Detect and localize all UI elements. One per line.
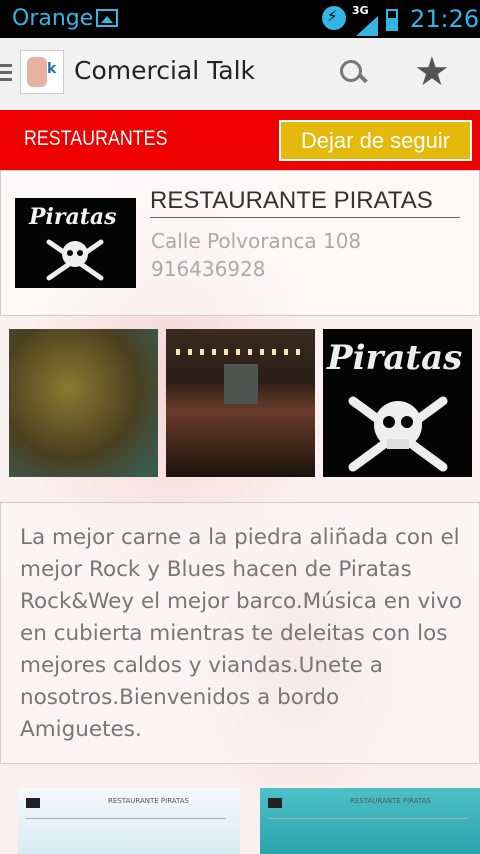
related-card[interactable]: RESTAURANTE PIRATAS xyxy=(18,788,240,854)
pirates-gallery-art: Piratas xyxy=(323,329,472,477)
related-card[interactable]: RESTAURANTE PIRATAS xyxy=(260,788,480,854)
description-card: La mejor carne a la piedra aliñada con e… xyxy=(0,502,480,764)
place-name: RESTAURANTE PIRATAS xyxy=(150,187,433,214)
title-underline xyxy=(150,217,460,218)
related-logo xyxy=(268,798,282,808)
app-title: Comercial Talk xyxy=(74,56,255,85)
status-bar: Orange 3G 21:26 xyxy=(0,0,480,38)
unfollow-button[interactable]: Dejar de seguir xyxy=(279,120,472,161)
carrier-name: Orange xyxy=(12,6,94,31)
flash-icon xyxy=(322,6,346,30)
related-title: RESTAURANTE PIRATAS xyxy=(350,797,431,805)
photo-gallery: Piratas xyxy=(0,316,480,502)
category-label: RESTAURANTES xyxy=(24,127,168,150)
search-icon[interactable] xyxy=(338,58,368,88)
app-logo-letter: k xyxy=(47,61,57,77)
action-bar: k Comercial Talk ★ xyxy=(0,38,480,111)
related-divider xyxy=(268,818,468,819)
related-logo xyxy=(26,798,40,808)
place-logo-image[interactable]: Piratas xyxy=(15,198,136,288)
description-text: La mejor carne a la piedra aliñada con e… xyxy=(20,525,463,742)
clock: 21:26 xyxy=(410,5,480,33)
place-phone[interactable]: 916436928 xyxy=(151,257,266,281)
battery-icon xyxy=(386,9,398,31)
image-notification-icon xyxy=(96,9,118,27)
gallery-photo-interior[interactable] xyxy=(166,329,315,477)
signal-icon xyxy=(356,16,378,36)
category-bar: RESTAURANTES Dejar de seguir xyxy=(0,110,480,170)
pirates-gallery-text: Piratas xyxy=(326,338,462,378)
pirates-logo-text: Piratas xyxy=(28,204,117,230)
app-logo[interactable]: k xyxy=(20,50,64,94)
menu-icon[interactable] xyxy=(0,64,12,84)
gallery-photo-pirates-logo[interactable]: Piratas xyxy=(323,329,472,477)
related-title: RESTAURANTE PIRATAS xyxy=(108,797,189,805)
place-address[interactable]: Calle Polvoranca 108 xyxy=(151,229,361,253)
gallery-photo-treasure[interactable] xyxy=(9,329,158,477)
related-divider xyxy=(26,818,226,819)
place-card: Piratas RESTAURANTE PIRATAS Calle Polvor… xyxy=(0,170,480,316)
pirates-logo-art: Piratas xyxy=(15,198,136,288)
star-icon[interactable]: ★ xyxy=(414,52,450,92)
